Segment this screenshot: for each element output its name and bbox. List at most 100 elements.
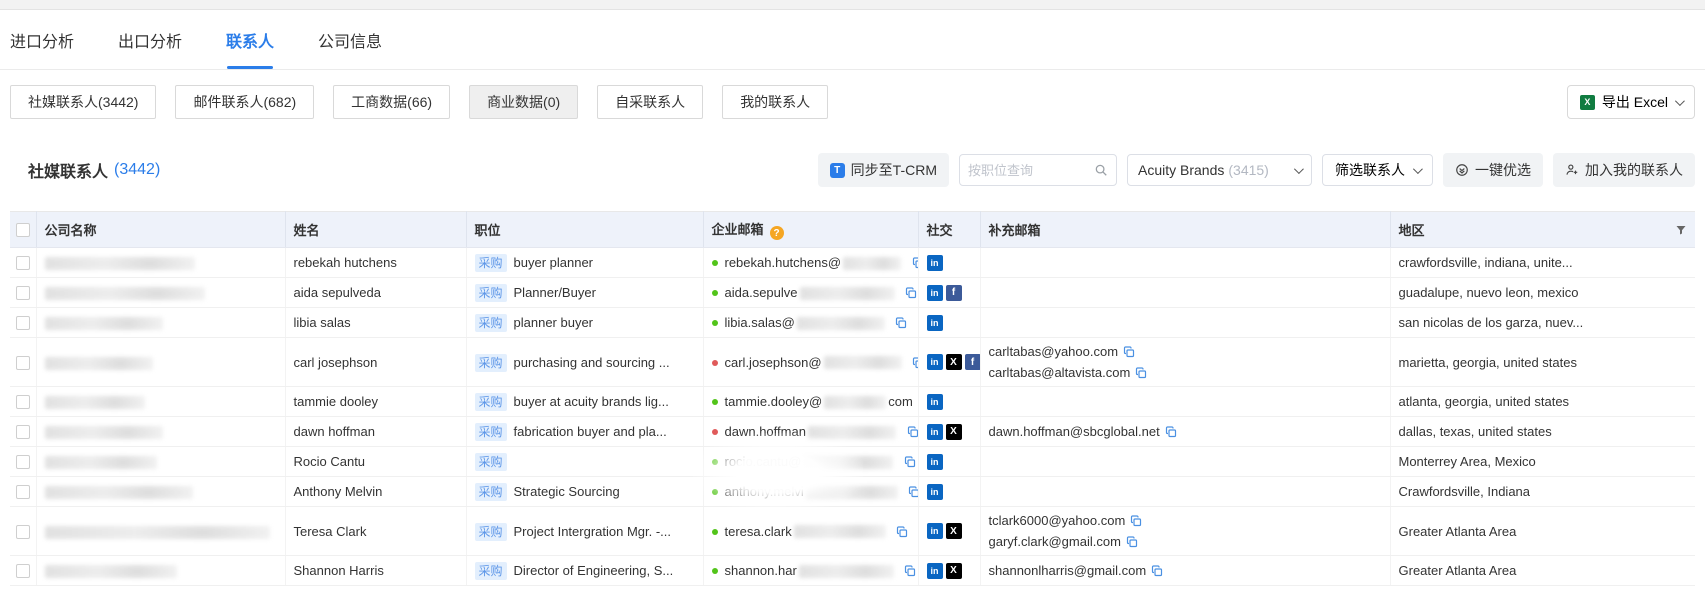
filter-button[interactable]: 邮件联系人(682)	[175, 85, 314, 119]
contact-name: tammie dooley	[294, 394, 379, 409]
row-checkbox[interactable]	[16, 395, 30, 409]
select-all-checkbox[interactable]	[16, 223, 30, 237]
copy-icon[interactable]	[895, 317, 907, 329]
sync-tcrm-button[interactable]: T 同步至T-CRM	[818, 153, 949, 187]
position-text: fabrication buyer and pla...	[514, 424, 667, 439]
position-text: buyer planner	[514, 255, 594, 270]
filter-button[interactable]: 我的联系人	[722, 85, 828, 119]
tab[interactable]: 进口分析	[10, 10, 74, 69]
row-checkbox[interactable]	[16, 256, 30, 270]
row-checkbox[interactable]	[16, 286, 30, 300]
linkedin-icon[interactable]: in	[927, 354, 943, 370]
linkedin-icon[interactable]: in	[927, 315, 943, 331]
linkedin-icon[interactable]: in	[927, 285, 943, 301]
row-checkbox[interactable]	[16, 455, 30, 469]
region-text: Greater Atlanta Area	[1399, 524, 1517, 539]
region-text: crawfordsville, indiana, unite...	[1399, 255, 1573, 270]
email-prefix: anthony.melvi	[725, 485, 804, 500]
linkedin-icon[interactable]: in	[927, 394, 943, 410]
filter-button[interactable]: 自采联系人	[597, 85, 703, 119]
copy-icon[interactable]	[1126, 536, 1138, 548]
help-icon[interactable]: ?	[770, 226, 784, 240]
extra-email-line: carltabas@altavista.com	[989, 362, 1382, 383]
table-body: rebekah hutchens 采购buyer planner rebekah…	[10, 248, 1695, 586]
tab[interactable]: 公司信息	[318, 10, 382, 69]
x-icon[interactable]: X	[946, 424, 962, 440]
position-text: Planner/Buyer	[514, 285, 596, 300]
company-select[interactable]: Acuity Brands (3415)	[1127, 154, 1312, 186]
copy-icon[interactable]	[1130, 515, 1142, 527]
facebook-icon[interactable]: f	[946, 285, 962, 301]
linkedin-icon[interactable]: in	[927, 424, 943, 440]
row-checkbox[interactable]	[16, 485, 30, 499]
copy-icon[interactable]	[908, 486, 918, 498]
tab[interactable]: 联系人	[226, 10, 274, 69]
role-tag: 采购	[475, 453, 507, 471]
linkedin-icon[interactable]: in	[927, 563, 943, 579]
company-redaction	[45, 486, 193, 499]
position-search	[959, 154, 1117, 186]
header-position: 职位	[466, 212, 703, 248]
role-tag: 采购	[475, 523, 507, 541]
x-icon[interactable]: X	[946, 523, 962, 539]
copy-icon[interactable]	[912, 257, 918, 269]
filter-button[interactable]: 社媒联系人(3442)	[10, 85, 156, 119]
social-icons: in	[927, 484, 943, 500]
header-region: 地区	[1399, 220, 1425, 239]
filter-button[interactable]: 商业数据(0)	[469, 85, 578, 119]
extra-email-line: garyf.clark@gmail.com	[989, 531, 1382, 552]
email-redaction	[808, 426, 896, 439]
filter-button-row: 社媒联系人(3442) 邮件联系人(682) 工商数据(66) 商业数据(0) 自采联系…	[10, 85, 1695, 119]
x-icon[interactable]: X	[946, 354, 962, 370]
email-redaction	[803, 456, 893, 469]
facebook-icon[interactable]: f	[965, 354, 981, 370]
region-text: dallas, texas, united states	[1399, 424, 1552, 439]
row-checkbox[interactable]	[16, 316, 30, 330]
row-checkbox[interactable]	[16, 356, 30, 370]
one-click-optimize-button[interactable]: 一键优选	[1443, 153, 1543, 187]
add-to-my-contacts-button[interactable]: 加入我的联系人	[1553, 153, 1695, 187]
copy-icon[interactable]	[1123, 346, 1135, 358]
copy-icon[interactable]	[1165, 426, 1177, 438]
region-text: san nicolas de los garza, nuev...	[1399, 315, 1584, 330]
linkedin-icon[interactable]: in	[927, 523, 943, 539]
copy-icon[interactable]	[1135, 367, 1147, 379]
extra-email-line: dawn.hoffman@sbcglobal.net	[989, 421, 1382, 442]
table-row: Anthony Melvin 采购Strategic Sourcing anth…	[10, 477, 1695, 507]
filter-contacts-button[interactable]: 筛选联系人	[1322, 154, 1433, 186]
copy-icon[interactable]	[1151, 565, 1163, 577]
email-status-dot	[712, 429, 718, 435]
copy-icon[interactable]	[896, 526, 908, 538]
contact-name: rebekah hutchens	[294, 255, 397, 270]
linkedin-icon[interactable]: in	[927, 484, 943, 500]
copy-icon[interactable]	[904, 565, 916, 577]
row-checkbox[interactable]	[16, 525, 30, 539]
contact-name: libia salas	[294, 315, 351, 330]
copy-icon[interactable]	[907, 426, 918, 438]
linkedin-icon[interactable]: in	[927, 255, 943, 271]
copy-icon[interactable]	[912, 357, 918, 369]
row-checkbox[interactable]	[16, 425, 30, 439]
email-prefix: libia.salas@	[725, 316, 795, 331]
linkedin-icon[interactable]: in	[927, 454, 943, 470]
table-row: Rocio Cantu 采购 rocio.cantu@ in Monterrey…	[10, 447, 1695, 477]
role-tag: 采购	[475, 354, 507, 372]
region-text: Crawfordsville, Indiana	[1399, 484, 1531, 499]
role-tag: 采购	[475, 562, 507, 580]
social-icons: inX	[927, 424, 962, 440]
search-icon[interactable]	[1094, 163, 1108, 177]
row-checkbox[interactable]	[16, 564, 30, 578]
filter-button[interactable]: 工商数据(66)	[333, 85, 450, 119]
extra-emails: shannonlharris@gmail.com	[989, 557, 1382, 584]
search-input[interactable]	[968, 163, 1094, 178]
position-text: Director of Engineering, S...	[514, 563, 674, 578]
email-redaction	[794, 525, 886, 538]
extra-email-text: shannonlharris@gmail.com	[989, 560, 1147, 581]
copy-icon[interactable]	[905, 287, 917, 299]
export-excel-button[interactable]: X 导出 Excel	[1567, 85, 1695, 119]
position-text: planner buyer	[514, 315, 594, 330]
tab[interactable]: 出口分析	[118, 10, 182, 69]
filter-funnel-icon[interactable]	[1675, 224, 1687, 236]
copy-icon[interactable]	[904, 456, 916, 468]
x-icon[interactable]: X	[946, 563, 962, 579]
